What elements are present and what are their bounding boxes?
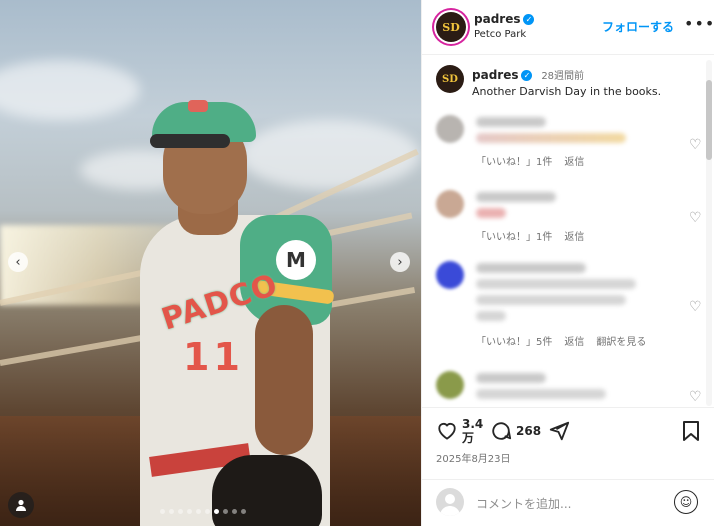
blurred-username [476,192,556,202]
blurred-username [476,373,546,383]
blurred-comment-text [476,133,626,143]
share-icon[interactable] [548,420,570,447]
verified-icon: ✓ [521,70,533,81]
comments-section[interactable]: SD padres ✓ 28週間前 Another Darvish Day in … [422,55,714,407]
translate-button[interactable]: 翻訳を見る [596,333,646,348]
carousel-dot[interactable] [241,509,246,514]
player-glove [212,455,322,526]
reply-button[interactable]: 返信 [564,333,584,348]
cloud [240,120,420,190]
more-options-icon[interactable]: ••• [684,14,714,33]
commenter-avatar[interactable] [436,115,464,143]
carousel-dot[interactable] [160,509,165,514]
like-count-unit: 万 [462,431,475,445]
comment-meta: 「いいね！」1件 返信 [476,153,626,168]
blurred-username [476,263,586,273]
reply-button[interactable]: 返信 [564,228,584,243]
comment-meta: 「いいね！」5件 返信 翻訳を見る [476,333,646,348]
post-photo[interactable]: PADCO 11 M ‹ › [0,0,421,526]
comment-likes[interactable]: 「いいね！」5件 [476,333,552,348]
reply-button[interactable]: 返信 [564,153,584,168]
comment-like-icon[interactable]: ♡ [689,389,702,405]
blurred-username [476,117,546,127]
comment-content: 「いいね！」1件 返信 [476,192,584,243]
save-bookmark-icon[interactable] [682,420,700,447]
blurred-comment-text [476,311,506,321]
header-user-info: padres ✓ Petco Park [474,12,535,40]
comment-likes[interactable]: 「いいね！」1件 [476,153,552,168]
comment-like-icon[interactable]: ♡ [689,299,702,315]
carousel-dot[interactable] [196,509,201,514]
blurred-comment-text [476,295,626,305]
commenter-avatar[interactable] [436,261,464,289]
verified-icon: ✓ [523,14,535,25]
comment-likes[interactable]: 「いいね！」1件 [476,228,552,243]
caption-username[interactable]: padres [472,68,518,82]
carousel-dot[interactable] [205,509,210,514]
cloud [0,60,140,120]
carousel-dot[interactable] [223,509,228,514]
caption-body: padres ✓ 28週間前 Another Darvish Day in the… [472,67,702,98]
location-link[interactable]: Petco Park [474,29,534,40]
carousel-dot[interactable] [214,509,219,514]
like-count[interactable]: 3.4 万 [462,417,483,445]
caption-text: Another Darvish Day in the books. [472,85,662,98]
blurred-comment-text [476,208,506,218]
player-arm [255,305,313,455]
sponsor-patch: M [276,240,316,280]
post-date[interactable]: 2025年8月23日 [436,450,511,465]
caption-avatar[interactable]: SD [436,65,464,93]
current-user-avatar [436,488,464,516]
caption-time: 28週間前 [541,71,585,82]
next-slide-button[interactable]: › [390,252,410,272]
comment-meta: 「いいね！」1件 返信 [476,228,584,243]
header-username[interactable]: padres [474,12,520,26]
carousel-dot[interactable] [178,509,183,514]
like-icon[interactable] [436,420,458,445]
blurred-comment-text [476,279,636,289]
comment-input[interactable] [474,494,678,514]
comment-like-icon[interactable]: ♡ [689,210,702,226]
comment-content: 「いいね！」5件 返信 翻訳を見る [476,263,646,348]
carousel-dot[interactable] [187,509,192,514]
comment-content: 「いいね！」1件 返信 [476,117,626,168]
comment-like-icon[interactable]: ♡ [689,137,702,153]
carousel-dot[interactable] [169,509,174,514]
commenter-avatar[interactable] [436,190,464,218]
tagged-users-button[interactable] [8,492,34,518]
post-actions: 3.4 万 268 2025年8月23日 [422,407,714,480]
comments-scrollbar[interactable] [706,60,712,406]
follow-button[interactable]: フォローする [602,18,674,35]
instagram-post: PADCO 11 M ‹ › SD padres ✓ Petco Park フォロ… [0,0,714,526]
commenter-avatar[interactable] [436,371,464,399]
player-cap-brim [150,134,230,148]
like-count-number: 3.4 [462,417,484,431]
comment-count[interactable]: 268 [516,424,541,438]
carousel-dots [160,509,246,514]
blurred-comment-text [476,389,606,399]
post-side-panel: SD padres ✓ Petco Park フォローする ••• SD padr… [421,0,714,526]
jersey-number: 11 [183,335,244,379]
comment-content [476,373,606,405]
cap-logo [188,100,208,112]
comment-icon[interactable] [490,420,512,447]
post-header: SD padres ✓ Petco Park フォローする ••• [422,0,714,55]
emoji-icon[interactable]: ☺ [674,490,698,514]
profile-avatar[interactable]: SD [436,12,466,42]
prev-slide-button[interactable]: ‹ [8,252,28,272]
carousel-dot[interactable] [232,509,237,514]
person-icon [16,499,26,511]
scroll-thumb[interactable] [706,80,712,160]
add-comment-bar: ☺ [422,479,714,527]
